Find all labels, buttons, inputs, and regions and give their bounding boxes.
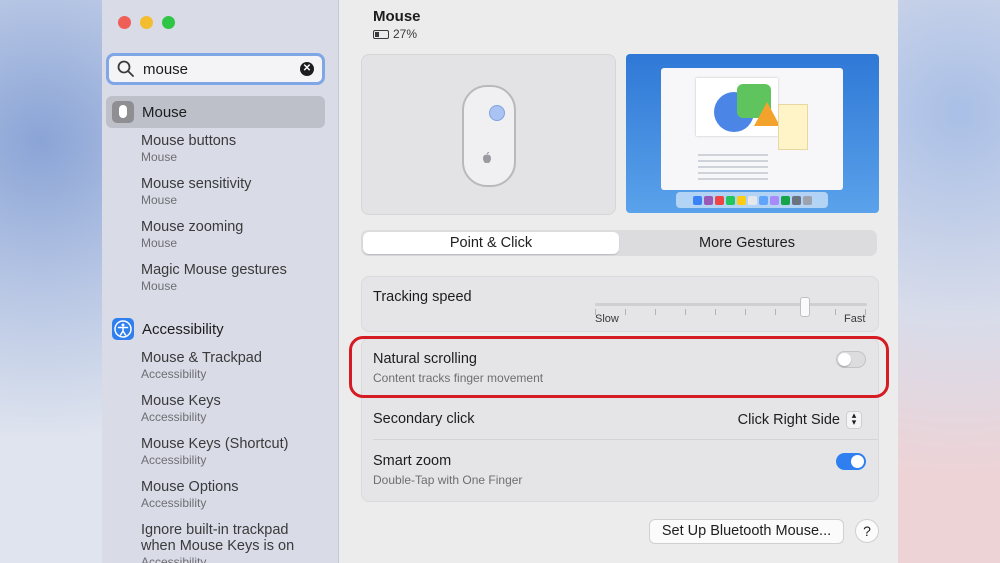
battery-level: 27%	[393, 27, 418, 41]
result-title: Mouse Keys	[141, 393, 221, 409]
close-window-button[interactable]	[118, 16, 131, 29]
tab-bar: Point & Click More Gestures	[361, 230, 877, 256]
result-subtitle: Mouse	[141, 150, 178, 164]
slider-min-label: Slow	[595, 313, 619, 325]
battery-status: 27%	[373, 27, 417, 41]
search-result-mouse-trackpad[interactable]: Mouse & Trackpad Accessibility	[141, 350, 262, 381]
result-title: Mouse Options	[141, 479, 239, 495]
tracking-speed-label: Tracking speed	[373, 289, 472, 305]
mouse-preview	[361, 54, 616, 215]
tab-more-gestures[interactable]: More Gestures	[619, 232, 875, 254]
result-subtitle: Accessibility	[141, 555, 207, 563]
preview-text-lines	[698, 154, 768, 182]
annotation-highlight-box	[349, 336, 889, 398]
setup-bluetooth-mouse-button[interactable]: Set Up Bluetooth Mouse...	[649, 519, 844, 544]
result-subtitle: Accessibility	[141, 410, 207, 424]
sidebar-item-mouse[interactable]: Mouse	[106, 96, 325, 128]
gesture-preview-video	[626, 54, 879, 213]
sidebar: mouse ✕ Mouse Mouse buttons Mouse Mouse …	[102, 0, 339, 563]
secondary-click-label: Secondary click	[373, 411, 475, 427]
sidebar-item-label: Mouse	[142, 103, 188, 121]
secondary-click-popup[interactable]: Click Right Side ▴ ▾	[738, 411, 862, 429]
minimize-window-button[interactable]	[140, 16, 153, 29]
result-title: Mouse & Trackpad	[141, 350, 262, 366]
slider-tick	[745, 309, 746, 315]
result-subtitle: Mouse	[141, 193, 178, 207]
search-result-ignore-trackpad[interactable]: Ignore built-in trackpad when Mouse Keys…	[141, 522, 294, 563]
zoom-window-button[interactable]	[162, 16, 175, 29]
secondary-click-value: Click Right Side	[737, 412, 840, 428]
slider-tick	[835, 309, 836, 315]
search-field[interactable]: mouse ✕	[106, 53, 325, 85]
slider-tick	[715, 309, 716, 315]
slider-tick	[685, 309, 686, 315]
search-result-mouse-options[interactable]: Mouse Options Accessibility	[141, 479, 239, 510]
result-title: Mouse buttons	[141, 133, 237, 149]
chevron-up-down-icon: ▴ ▾	[846, 411, 862, 429]
result-subtitle: Accessibility	[141, 367, 207, 381]
preview-triangle-shape	[754, 102, 780, 126]
main-pane: Mouse 27% Point & Click More Gestures Tr…	[339, 0, 898, 563]
result-subtitle: Accessibility	[141, 496, 207, 510]
system-settings-window: mouse ✕ Mouse Mouse buttons Mouse Mouse …	[102, 0, 898, 563]
result-title-line2: when Mouse Keys is on	[141, 538, 295, 554]
mouse-icon	[112, 101, 134, 123]
divider	[373, 439, 878, 440]
preview-note	[778, 104, 808, 150]
slider-knob[interactable]	[800, 297, 811, 317]
search-input[interactable]: mouse	[143, 61, 300, 78]
battery-icon	[373, 29, 389, 39]
result-title: Mouse Keys (Shortcut)	[141, 436, 289, 452]
smart-zoom-label: Smart zoom	[373, 453, 452, 469]
click-indicator-dot	[489, 105, 505, 121]
preview-dock	[676, 192, 828, 208]
smart-zoom-toggle[interactable]	[836, 453, 866, 470]
result-title: Mouse zooming	[141, 219, 244, 235]
slider-tick	[775, 309, 776, 315]
slider-tick	[655, 309, 656, 315]
apple-logo-icon	[483, 151, 491, 164]
sidebar-item-label: Accessibility	[142, 320, 224, 338]
search-result-mouse-buttons[interactable]: Mouse buttons Mouse	[141, 133, 236, 164]
slider-max-label: Fast	[844, 313, 866, 325]
result-subtitle: Mouse	[141, 279, 178, 293]
sidebar-item-accessibility[interactable]: Accessibility	[106, 313, 325, 345]
close-circle-icon[interactable]: ✕	[300, 62, 314, 76]
search-result-mouse-zooming[interactable]: Mouse zooming Mouse	[141, 219, 243, 250]
search-result-magic-mouse-gestures[interactable]: Magic Mouse gestures Mouse	[141, 262, 287, 293]
result-title: Magic Mouse gestures	[141, 262, 287, 278]
smart-zoom-subtitle: Double-Tap with One Finger	[373, 473, 523, 487]
tracking-speed-card: Tracking speed Slow Fast	[361, 276, 879, 332]
desktop-background-left	[0, 0, 102, 563]
result-subtitle: Accessibility	[141, 453, 207, 467]
page-title: Mouse	[373, 8, 421, 25]
desktop-background-right	[898, 0, 1000, 563]
search-result-mouse-keys[interactable]: Mouse Keys Accessibility	[141, 393, 221, 424]
result-title: Mouse sensitivity	[141, 176, 252, 192]
search-result-mouse-keys-shortcut[interactable]: Mouse Keys (Shortcut) Accessibility	[141, 436, 288, 467]
search-icon	[117, 60, 134, 77]
accessibility-icon	[112, 318, 134, 340]
tracking-speed-slider[interactable]	[595, 297, 867, 317]
slider-tick	[625, 309, 626, 315]
slider-track	[595, 303, 867, 306]
result-subtitle: Mouse	[141, 236, 178, 250]
tab-point-click[interactable]: Point & Click	[363, 232, 619, 254]
search-result-mouse-sensitivity[interactable]: Mouse sensitivity Mouse	[141, 176, 251, 207]
result-title: Ignore built-in trackpad	[141, 522, 289, 538]
help-button[interactable]: ?	[855, 519, 879, 543]
magic-mouse-illustration	[462, 85, 516, 187]
